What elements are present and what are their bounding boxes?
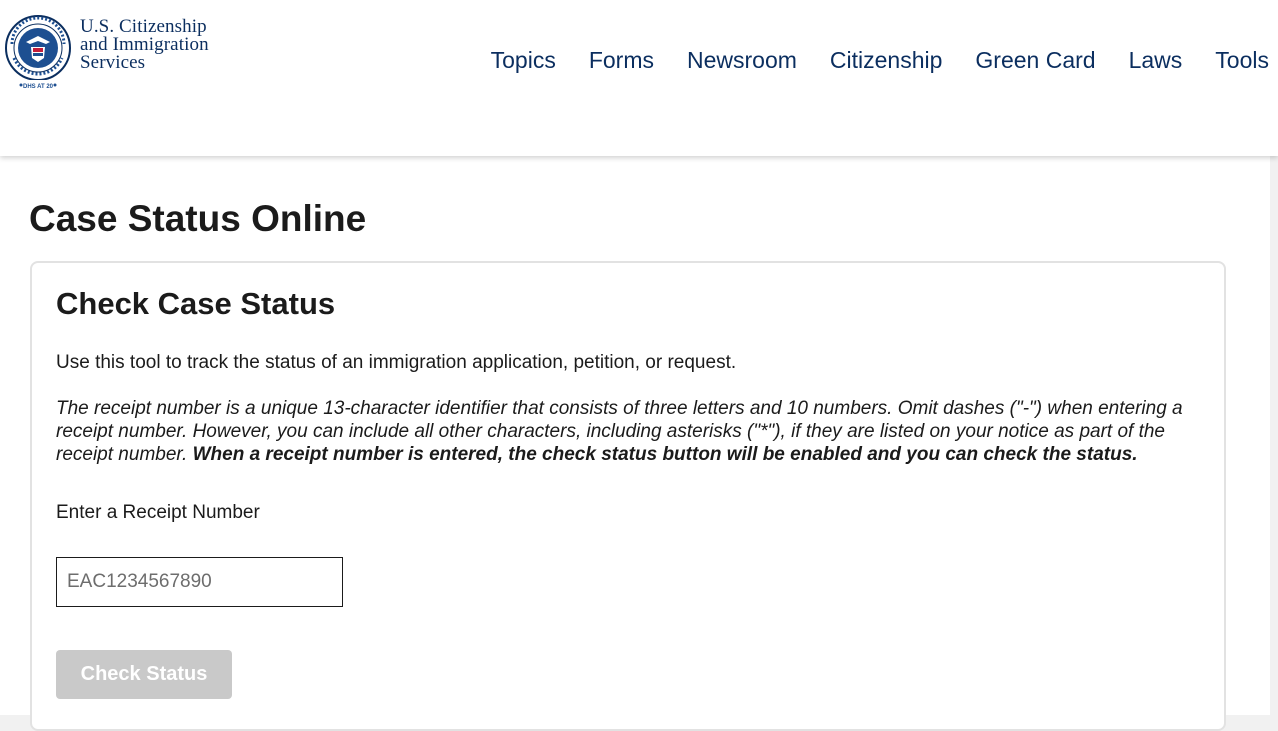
nav-item-green-card[interactable]: Green Card bbox=[975, 45, 1095, 75]
main-nav: Topics Forms Newsroom Citizenship Green … bbox=[458, 45, 1269, 75]
dhs-seal-icon: DHS AT 20 bbox=[5, 15, 71, 90]
check-case-status-card: Check Case Status Use this tool to track… bbox=[30, 261, 1226, 731]
nav-item-citizenship[interactable]: Citizenship bbox=[830, 45, 943, 75]
receipt-number-input[interactable] bbox=[56, 557, 343, 607]
nav-item-topics[interactable]: Topics bbox=[491, 45, 556, 75]
nav-item-newsroom[interactable]: Newsroom bbox=[687, 45, 797, 75]
nav-item-forms[interactable]: Forms bbox=[589, 45, 654, 75]
nav-item-tools[interactable]: Tools bbox=[1215, 45, 1269, 75]
seal-anniversary-text: DHS AT 20 bbox=[23, 84, 54, 90]
instructions-bold-text: When a receipt number is entered, the ch… bbox=[192, 444, 1138, 465]
page-title: Case Status Online bbox=[29, 198, 367, 239]
agency-name-line: Services bbox=[80, 52, 146, 73]
nav-item-laws[interactable]: Laws bbox=[1129, 45, 1183, 75]
site-header: DHS AT 20 U.S. Citizenship and Immigrati… bbox=[0, 0, 1278, 156]
agency-name: U.S. Citizenship and Immigration Service… bbox=[80, 17, 209, 73]
page-scrollbar[interactable] bbox=[1270, 156, 1278, 715]
uscis-logo-link[interactable]: DHS AT 20 U.S. Citizenship and Immigrati… bbox=[4, 14, 244, 94]
card-title: Check Case Status bbox=[56, 286, 336, 321]
intro-text: Use this tool to track the status of an … bbox=[56, 352, 737, 373]
receipt-number-label: Enter a Receipt Number bbox=[56, 502, 260, 523]
main-content: Case Status Online Check Case Status Use… bbox=[0, 156, 1270, 731]
receipt-number-instructions: The receipt number is a unique 13-charac… bbox=[56, 397, 1206, 466]
check-status-button[interactable]: Check Status bbox=[56, 650, 232, 699]
